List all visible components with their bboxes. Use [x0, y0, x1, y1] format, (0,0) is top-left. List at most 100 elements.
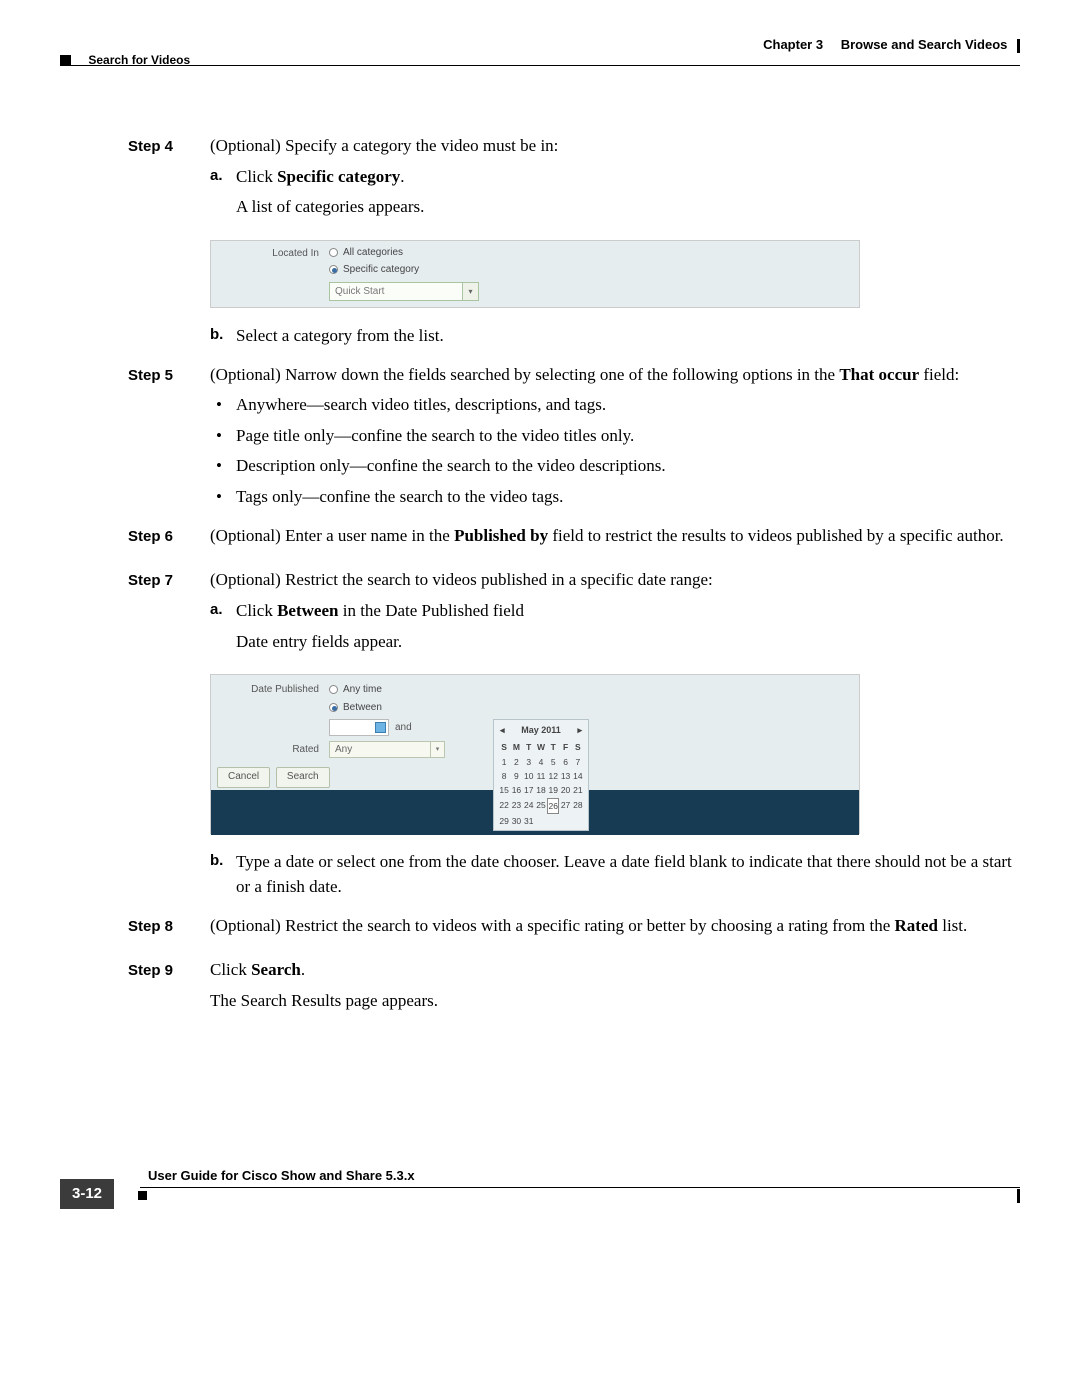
- step-5-bullet-0: •Anywhere—search video titles, descripti…: [210, 393, 1020, 418]
- button-row: Cancel Search: [217, 767, 333, 788]
- category-dropdown[interactable]: Quick Start ▾: [329, 282, 479, 301]
- step-5-bullet-3: •Tags only—confine the search to the vid…: [210, 485, 1020, 510]
- step-4-label: Step 4: [128, 134, 210, 226]
- calendar-day[interactable]: 4: [535, 755, 547, 769]
- opt-specific-category[interactable]: Specific category: [329, 263, 419, 278]
- calendar-day[interactable]: 12: [547, 769, 559, 783]
- screenshot-located-in: Located In All categories Specific categ…: [210, 240, 860, 308]
- calendar-day[interactable]: 23: [510, 798, 522, 814]
- calendar-day[interactable]: 17: [523, 783, 535, 797]
- calendar-day[interactable]: 9: [510, 769, 522, 783]
- calendar-day[interactable]: 1: [498, 755, 510, 769]
- section-title: Search for Videos: [88, 53, 190, 67]
- step-9-label: Step 9: [128, 958, 210, 1019]
- footer-square-icon: [138, 1191, 147, 1200]
- step-4-a-marker: a.: [210, 165, 236, 226]
- opt-all-categories[interactable]: All categories: [329, 246, 419, 261]
- calendar-day[interactable]: 28: [572, 798, 584, 814]
- calendar-day[interactable]: 24: [523, 798, 535, 814]
- calendar-grid: S M T W T F S 1 2 3 4 5 6 7 8 9 10 11 12…: [498, 740, 584, 828]
- radio-off-icon: [329, 685, 338, 694]
- calendar-day[interactable]: [572, 814, 584, 828]
- calendar-day[interactable]: 7: [572, 755, 584, 769]
- calendar-day[interactable]: 10: [523, 769, 535, 783]
- rated-label: Rated: [292, 743, 319, 758]
- page-footer: User Guide for Cisco Show and Share 5.3.…: [60, 1187, 1020, 1227]
- footer-rule: [140, 1187, 1020, 1188]
- step-4-b: b. Select a category from the list.: [210, 324, 1020, 349]
- screenshot-date-published: Date Published Rated Any time Between an…: [210, 674, 860, 834]
- step-4-intro: (Optional) Specify a category the video …: [210, 134, 1020, 159]
- located-in-label: Located In: [272, 247, 319, 262]
- opt-between[interactable]: Between: [329, 701, 382, 716]
- header-left: Search for Videos: [60, 52, 190, 69]
- calendar-day[interactable]: [559, 814, 571, 828]
- calendar-day[interactable]: [535, 814, 547, 828]
- calendar-day[interactable]: 18: [535, 783, 547, 797]
- prev-month-icon[interactable]: ◂: [500, 724, 505, 737]
- step-5-label: Step 5: [128, 363, 210, 510]
- footer-guide-title: User Guide for Cisco Show and Share 5.3.…: [148, 1167, 415, 1186]
- step-7-a: a. Click Between in the Date Published f…: [210, 599, 1020, 660]
- calendar-day[interactable]: 14: [572, 769, 584, 783]
- step-5-body: (Optional) Narrow down the fields search…: [210, 363, 1020, 510]
- date-from-input[interactable]: [329, 719, 389, 736]
- step-6: Step 6 (Optional) Enter a user name in t…: [128, 524, 1020, 555]
- cancel-button[interactable]: Cancel: [217, 767, 270, 788]
- chapter-label: Chapter 3: [763, 37, 823, 52]
- calendar-day[interactable]: 13: [559, 769, 571, 783]
- step-8-label: Step 8: [128, 914, 210, 945]
- step-7-label: Step 7: [128, 568, 210, 660]
- step-4-b-marker: b.: [210, 324, 236, 349]
- calendar-day[interactable]: 16: [510, 783, 522, 797]
- footer-tick-icon: [1017, 1189, 1020, 1203]
- and-label: and: [395, 721, 412, 736]
- header-bar-icon: [1017, 39, 1020, 53]
- calendar-day[interactable]: 3: [523, 755, 535, 769]
- step-9: Step 9 Click Search. The Search Results …: [128, 958, 1020, 1019]
- calendar-day[interactable]: 31: [523, 814, 535, 828]
- main-content: Step 4 (Optional) Specify a category the…: [128, 120, 1020, 1020]
- calendar-day[interactable]: 29: [498, 814, 510, 828]
- header-square-icon: [60, 55, 71, 66]
- step-5-bullet-2: •Description only—confine the search to …: [210, 454, 1020, 479]
- chevron-down-icon: ▾: [430, 742, 444, 757]
- calendar-day[interactable]: 15: [498, 783, 510, 797]
- page-number: 3-12: [60, 1179, 114, 1209]
- chapter-title: Browse and Search Videos: [841, 37, 1008, 52]
- calendar-day[interactable]: 19: [547, 783, 559, 797]
- calendar-day[interactable]: [547, 814, 559, 828]
- step-4-body: (Optional) Specify a category the video …: [210, 134, 1020, 226]
- calendar-header: ◂ May 2011 ▸: [498, 724, 584, 737]
- calendar-day[interactable]: 22: [498, 798, 510, 814]
- radio-on-icon: [329, 265, 338, 274]
- step-6-label: Step 6: [128, 524, 210, 555]
- step-7-body: (Optional) Restrict the search to videos…: [210, 568, 1020, 660]
- step-4-a-body: Click Specific category. A list of categ…: [236, 165, 1020, 226]
- step-4-a: a. Click Specific category. A list of ca…: [210, 165, 1020, 226]
- calendar-day[interactable]: 6: [559, 755, 571, 769]
- calendar-day-selected[interactable]: 26: [547, 798, 559, 814]
- radio-off-icon: [329, 248, 338, 257]
- calendar-day[interactable]: 21: [572, 783, 584, 797]
- calendar-day[interactable]: 8: [498, 769, 510, 783]
- calendar-day[interactable]: 11: [535, 769, 547, 783]
- search-button[interactable]: Search: [276, 767, 330, 788]
- calendar-day[interactable]: 27: [559, 798, 571, 814]
- next-month-icon[interactable]: ▸: [577, 724, 582, 737]
- located-in-options: All categories Specific category: [329, 246, 419, 281]
- calendar-day[interactable]: 2: [510, 755, 522, 769]
- step-5: Step 5 (Optional) Narrow down the fields…: [128, 363, 1020, 510]
- radio-on-icon: [329, 703, 338, 712]
- rated-dropdown[interactable]: Any ▾: [329, 741, 445, 758]
- step-4: Step 4 (Optional) Specify a category the…: [128, 134, 1020, 226]
- opt-any-time[interactable]: Any time: [329, 683, 382, 698]
- header-right: Chapter 3 Browse and Search Videos: [763, 36, 1020, 55]
- date-picker[interactable]: ◂ May 2011 ▸ S M T W T F S 1 2 3 4 5 6 7…: [493, 719, 589, 831]
- calendar-day[interactable]: 30: [510, 814, 522, 828]
- calendar-day[interactable]: 5: [547, 755, 559, 769]
- page-header: Chapter 3 Browse and Search Videos Searc…: [60, 36, 1020, 66]
- calendar-day[interactable]: 20: [559, 783, 571, 797]
- calendar-day[interactable]: 25: [535, 798, 547, 814]
- step-9-body: Click Search. The Search Results page ap…: [210, 958, 1020, 1019]
